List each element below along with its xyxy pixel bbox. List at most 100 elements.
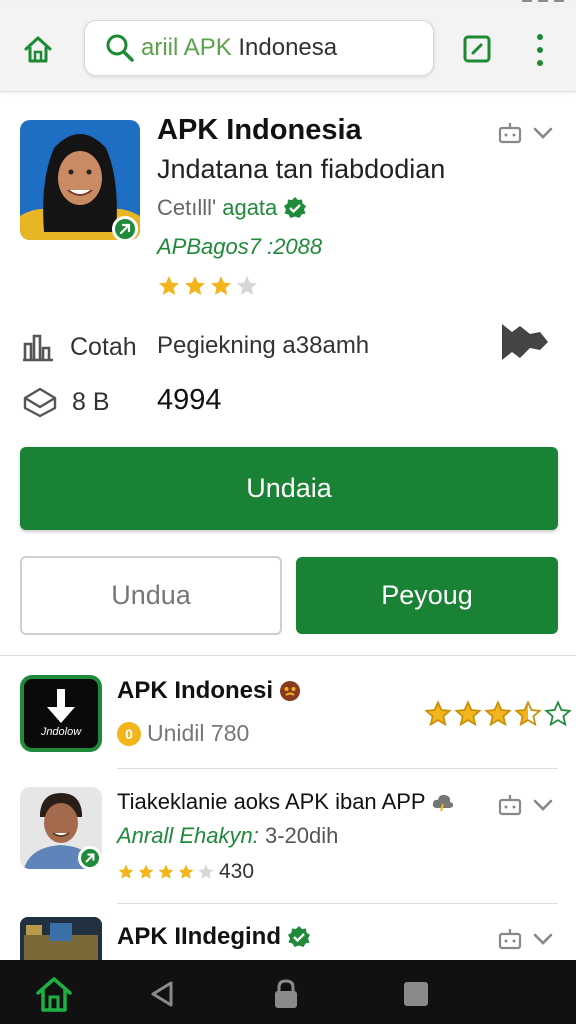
share-button[interactable] [498,320,552,364]
android-icon[interactable] [498,928,522,950]
info-row-stats: Cotah Pegiekning a38amh [22,332,369,362]
list-item-developer-name: Anrall Ehakyn: [117,823,259,848]
list-item-thumbnail[interactable] [20,917,102,961]
list-item-developer: Anrall Ehakyn: 3-20dih [117,823,338,849]
verified-badge [78,846,102,870]
list-divider [117,903,558,904]
more-vert-dot [537,47,543,53]
install-button[interactable]: Undaia [20,447,558,530]
star-icon [158,864,174,879]
verified-icon [288,926,310,947]
list-item-title[interactable]: Tiakeklanie aoks APK iban APP [117,789,454,815]
arrow-badge-icon [119,223,131,235]
wifi-icon [538,0,548,2]
star-icon [138,864,154,879]
chevron-down-icon[interactable] [532,798,554,812]
list-item-title[interactable]: APK IIndegind [117,923,311,951]
thumbnail-image [20,917,102,961]
more-options-button[interactable] [526,30,554,70]
nav-lock-button[interactable] [266,974,306,1014]
share-icon [502,324,548,360]
list-item-meta-text: Unidil 780 [147,720,250,746]
list-item-title-text: APK Indonesi [117,677,274,704]
list-item-icon[interactable]: Jndolow [20,675,102,752]
home-icon [24,36,52,63]
section-divider [0,655,576,656]
status-icons [522,0,564,2]
app-rating-stars [157,274,259,298]
search-query: ariil APK Indonesa [141,34,337,62]
list-item-tools [498,928,554,950]
list-item-meta: 0 Unidil 780 [117,720,249,747]
star-icon [237,276,257,295]
nav-back-button[interactable] [142,974,182,1014]
info-row-size: 8 B 4994 [22,384,222,418]
size-value: 4994 [157,384,222,416]
size-label: 8 B [72,387,110,416]
search-input[interactable]: ariil APK Indonesa [84,20,434,76]
back-icon [151,981,173,1007]
list-item-icon-label: Jndolow [40,726,82,738]
signal-icon [522,0,532,2]
stats-label: Cotah [70,332,137,361]
version-text: APBagos7 :2088 [157,234,323,259]
chevron-down-icon[interactable] [532,932,554,946]
stats-value: Pegiekning a38amh [157,332,370,359]
developer-name: agata [222,195,278,220]
list-item-rating [424,700,572,728]
coin-icon: 0 [117,721,141,746]
developer-prefix: Cetılll' [157,195,217,220]
star-icon [454,700,482,727]
edit-square-icon [463,35,491,63]
secondary-button[interactable]: Undua [20,556,282,635]
list-item-title-text: Tiakeklanie aoks APK iban APP [117,789,426,814]
nav-home-button[interactable] [34,974,74,1014]
header-tools [498,122,554,144]
chart-icon [23,334,53,362]
more-vert-icon [537,34,543,40]
search-query-highlight: ariil APK [141,34,232,61]
star-icon [424,700,452,727]
search-icon [106,34,134,62]
arrow-badge-icon [85,853,95,863]
tertiary-button[interactable]: Peyoug [296,557,558,634]
list-divider [117,768,558,769]
android-icon[interactable] [498,794,522,816]
star-icon [484,700,512,727]
star-icon [198,864,214,879]
android-icon[interactable] [498,122,522,144]
battery-icon [554,0,564,2]
edit-button[interactable] [460,32,494,66]
app-store-screen: ariil APK Indonesa APK Indonesia Jndatan… [0,0,576,1024]
star-icon [178,864,194,879]
status-bar [0,0,576,8]
system-nav-bar [0,960,576,1024]
star-icon [185,276,205,295]
star-icon [211,276,231,295]
search-query-rest: Indonesa [231,34,338,61]
star-icon [159,276,179,295]
home-button[interactable] [18,30,58,70]
rating-count: 430 [219,860,255,883]
list-item-title[interactable]: APK Indonesi [117,677,301,705]
list-item-developer-detail: 3-20dih [258,823,339,848]
lock-icon [275,979,297,1008]
app-subtitle: Jndatana tan fiabdodian [157,154,446,184]
list-item-rating: 430 [117,860,254,884]
list-item-tools [498,794,554,816]
verified-icon [284,197,307,218]
chevron-down-icon[interactable] [532,126,554,140]
nav-recents-button[interactable] [396,974,436,1014]
recents-icon [404,982,428,1006]
list-item-title-text: APK IIndegind [117,923,281,950]
more-vert-dot [537,60,543,66]
emoji-icon [280,681,301,701]
top-app-bar: ariil APK Indonesa [0,8,576,92]
developer-row[interactable]: Cetılll' agata [157,195,307,221]
star-icon [118,864,134,879]
cloud-icon [432,794,453,812]
star-icon [514,700,542,727]
star-icon [544,700,572,727]
app-title: APK Indonesia [157,114,362,146]
home-icon [36,977,72,1012]
